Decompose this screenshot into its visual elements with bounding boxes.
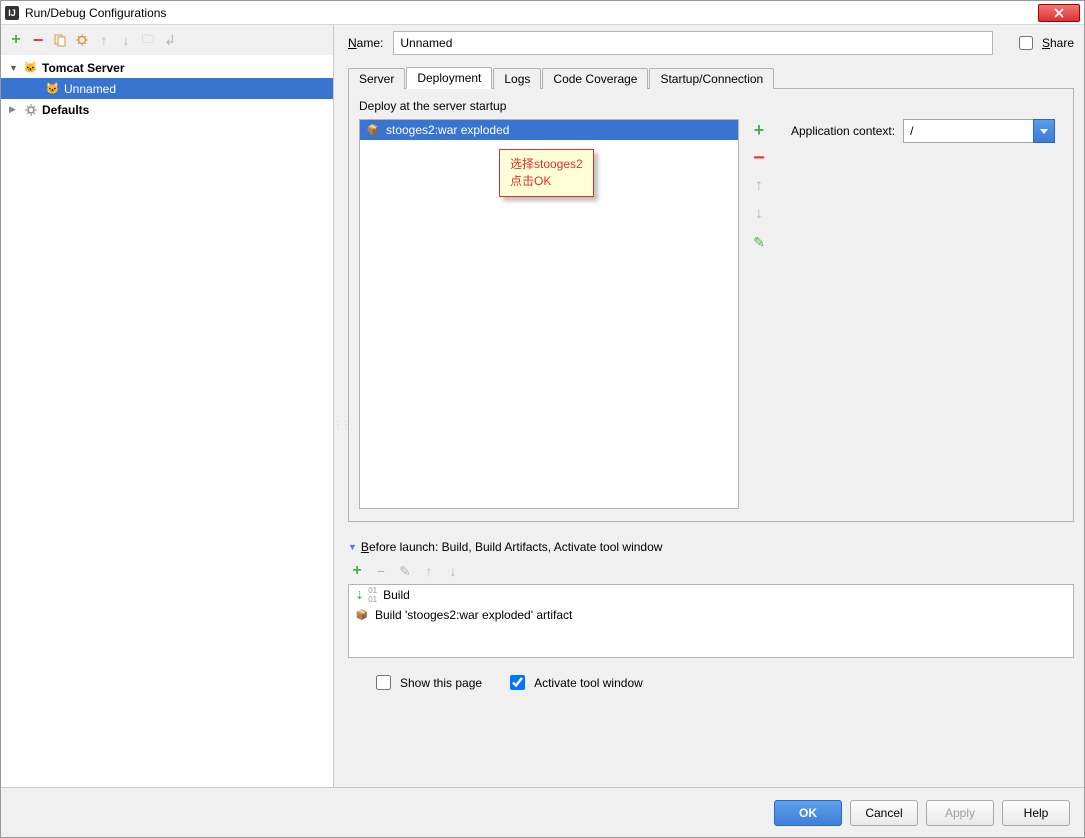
apply-button[interactable]: Apply — [926, 800, 994, 826]
config-tree: ▼ Tomcat Server Unnamed ▶ Defaults — [1, 55, 333, 787]
dialog-footer: OK Cancel Apply Help — [1, 787, 1084, 837]
chevron-down-icon[interactable]: ▼ — [9, 63, 19, 73]
close-button[interactable] — [1038, 4, 1080, 22]
tab-logs[interactable]: Logs — [493, 68, 541, 89]
app-icon: IJ — [5, 6, 19, 20]
tree-label: Unnamed — [64, 82, 116, 96]
dialog-window: IJ Run/Debug Configurations + − ↑ — [0, 0, 1085, 838]
tomcat-icon — [23, 60, 38, 75]
chevron-down-icon[interactable]: ▼ — [348, 542, 357, 552]
help-button[interactable]: Help — [1002, 800, 1070, 826]
move-up-icon[interactable]: ↑ — [95, 31, 113, 49]
task-label: Build — [383, 588, 410, 602]
tab-bar: Server Deployment Logs Code Coverage Sta… — [348, 65, 1074, 89]
move-up-icon[interactable]: ↑ — [420, 562, 438, 580]
collapse-icon[interactable]: ↲ — [161, 31, 179, 49]
remove-task-icon[interactable]: − — [372, 562, 390, 580]
show-this-page-label: Show this page — [400, 676, 482, 690]
tab-server[interactable]: Server — [348, 68, 405, 89]
remove-config-icon[interactable]: − — [29, 31, 47, 49]
deploy-item[interactable]: stooges2:war exploded — [360, 120, 738, 140]
add-config-icon[interactable]: + — [7, 31, 25, 49]
annotation-callout: 选择stooges2 点击OK — [499, 149, 594, 197]
ok-button[interactable]: OK — [774, 800, 842, 826]
before-launch-toolbar: + − ✎ ↑ ↓ — [348, 560, 1074, 584]
annotation-line: 点击OK — [510, 173, 583, 190]
tree-item-defaults[interactable]: ▶ Defaults — [1, 99, 333, 120]
activate-tool-window-label: Activate tool window — [534, 676, 643, 690]
add-artifact-icon[interactable]: + — [750, 121, 768, 139]
edit-artifact-icon[interactable]: ✎ — [750, 233, 768, 251]
before-launch-list[interactable]: 0101 Build Build 'stooges2:war exploded'… — [348, 584, 1074, 658]
task-label: Build 'stooges2:war exploded' artifact — [375, 608, 572, 622]
edit-task-icon[interactable]: ✎ — [396, 562, 414, 580]
before-launch-label: Before launch: Build, Build Artifacts, A… — [361, 540, 663, 554]
annotation-line: 选择stooges2 — [510, 156, 583, 173]
copy-config-icon[interactable] — [51, 31, 69, 49]
before-launch-section: ▼ Before launch: Build, Build Artifacts,… — [348, 540, 1074, 693]
cancel-button[interactable]: Cancel — [850, 800, 918, 826]
tab-startup-connection[interactable]: Startup/Connection — [649, 68, 774, 89]
deploy-toolbar: + − ↑ ↓ ✎ — [747, 119, 771, 251]
tab-code-coverage[interactable]: Code Coverage — [542, 68, 648, 89]
deployment-panel: Deploy at the server startup stooges2:wa… — [348, 89, 1074, 522]
tree-item-tomcat-server[interactable]: ▼ Tomcat Server — [1, 57, 333, 78]
deploy-item-label: stooges2:war exploded — [386, 123, 509, 137]
share-checkbox[interactable] — [1019, 36, 1033, 50]
tree-label: Tomcat Server — [42, 61, 124, 75]
show-this-page-checkbox[interactable] — [376, 675, 391, 690]
artifact-icon — [355, 608, 369, 622]
remove-artifact-icon[interactable]: − — [750, 149, 768, 167]
app-context-input[interactable] — [903, 119, 1033, 143]
deploy-startup-label: Deploy at the server startup — [359, 99, 1063, 113]
config-editor-pane: Name: Share Server Deployment Logs Code … — [334, 25, 1084, 787]
chevron-right-icon[interactable]: ▶ — [9, 104, 19, 115]
list-item[interactable]: 0101 Build — [349, 585, 1073, 605]
tab-deployment[interactable]: Deployment — [406, 67, 492, 89]
folder-icon[interactable]: 🗀 — [139, 31, 157, 49]
configurations-tree-pane: + − ↑ ↓ 🗀 ↲ ▼ — [1, 25, 334, 787]
name-input[interactable] — [393, 31, 993, 55]
name-label: Name: — [348, 36, 383, 50]
move-down-icon[interactable]: ↓ — [750, 205, 768, 223]
tree-toolbar: + − ↑ ↓ 🗀 ↲ — [1, 25, 333, 55]
tomcat-icon — [45, 81, 60, 96]
move-down-icon[interactable]: ↓ — [117, 31, 135, 49]
move-down-icon[interactable]: ↓ — [444, 562, 462, 580]
titlebar: IJ Run/Debug Configurations — [1, 1, 1084, 25]
app-context-dropdown-icon[interactable] — [1033, 119, 1055, 143]
share-label: Share — [1042, 36, 1074, 50]
tree-item-unnamed[interactable]: Unnamed — [1, 78, 333, 99]
window-title: Run/Debug Configurations — [25, 6, 166, 20]
activate-tool-window-checkbox[interactable] — [510, 675, 525, 690]
add-task-icon[interactable]: + — [348, 562, 366, 580]
tree-label: Defaults — [42, 103, 89, 117]
settings-icon[interactable] — [73, 31, 91, 49]
artifact-icon — [366, 123, 380, 137]
app-context-label: Application context: — [791, 124, 895, 138]
gear-icon — [23, 102, 38, 117]
build-icon — [355, 588, 364, 602]
move-up-icon[interactable]: ↑ — [750, 177, 768, 195]
list-item[interactable]: Build 'stooges2:war exploded' artifact — [349, 605, 1073, 625]
